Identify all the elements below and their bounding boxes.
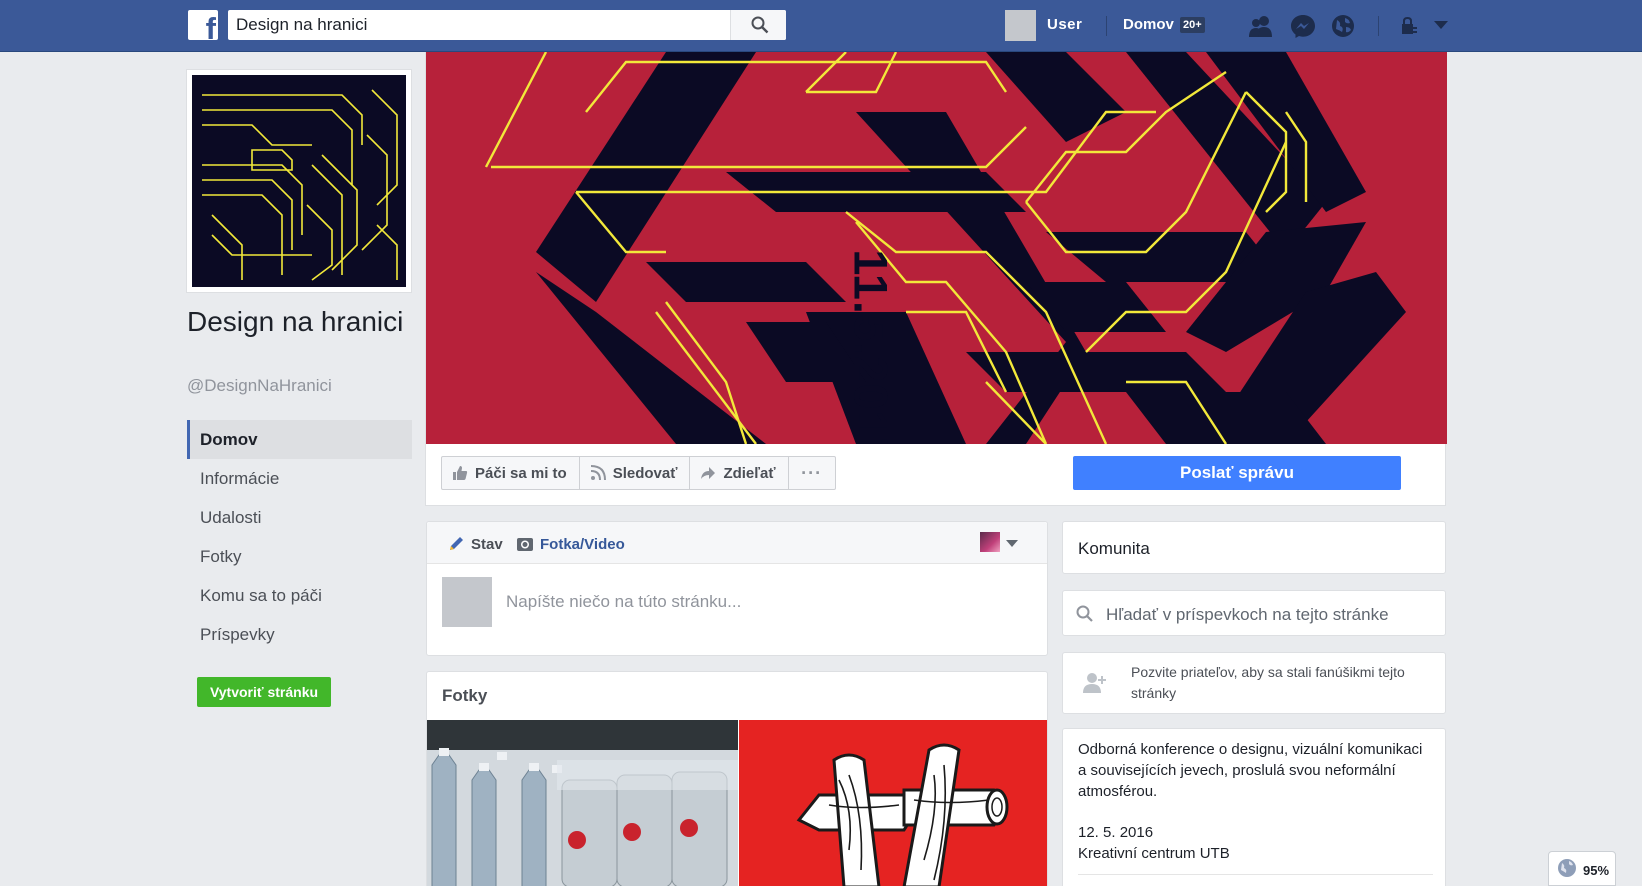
tab-status[interactable]: Stav	[447, 535, 503, 553]
page-action-buttons: Páči sa mi to Sledovať Zdieľať ···	[441, 456, 836, 490]
about-location: Kreativní centrum UTB	[1078, 845, 1230, 862]
thumbs-up-icon	[453, 466, 468, 480]
nav-item-events[interactable]: Udalosti	[187, 498, 412, 537]
add-friend-icon	[1083, 673, 1106, 693]
follow-label: Sledovať	[612, 464, 678, 482]
rss-icon	[590, 465, 606, 481]
nav-item-likes[interactable]: Komu sa to páči	[187, 576, 412, 615]
nav-item-about[interactable]: Informácie	[187, 459, 412, 498]
composer-tabs: Stav Fotka/Video	[427, 522, 1047, 564]
search-icon	[751, 16, 769, 34]
cover-photo[interactable]: 11.5.2017	[426, 52, 1447, 444]
messenger-icon[interactable]	[1290, 13, 1316, 39]
friend-requests-icon[interactable]	[1248, 13, 1274, 39]
composer-input[interactable]: Napíšte niečo na túto stránku...	[506, 592, 741, 612]
community-title: Komunita	[1078, 539, 1150, 558]
cover-date-text: 11.5.2017	[844, 249, 898, 444]
photos-section: Fotky	[426, 671, 1048, 886]
page-title: Design na hranici	[187, 306, 404, 337]
page-handle[interactable]: @DesignNaHranici	[187, 376, 332, 396]
photos-title[interactable]: Fotky	[442, 686, 487, 706]
community-card[interactable]: Komunita	[1062, 521, 1446, 574]
nav-item-photos[interactable]: Fotky	[187, 537, 412, 576]
pencil-icon	[450, 537, 463, 550]
share-arrow-icon	[701, 467, 716, 479]
divider	[1106, 16, 1107, 36]
notification-badge: 20+	[1180, 17, 1205, 33]
tab-photo-video[interactable]: Fotka/Video	[516, 535, 625, 553]
about-date: 12. 5. 2016	[1078, 824, 1154, 841]
share-label: Zdieľať	[723, 464, 776, 482]
facebook-logo-icon[interactable]: f	[188, 10, 218, 40]
divider	[1378, 16, 1379, 36]
search-posts-field[interactable]: Hľadať v príspevkoch na tejto stránke	[1062, 590, 1446, 636]
cover-card: 11.5.2017 Páči sa mi to Sledovať Zdieľať…	[425, 52, 1447, 506]
like-button[interactable]: Páči sa mi to	[442, 457, 580, 489]
photo-thumbnail[interactable]	[427, 720, 738, 886]
share-button[interactable]: Zdieľať	[690, 457, 789, 489]
photo-logs-image	[739, 720, 1047, 886]
about-description: Odborná konference o designu, vizuální k…	[1078, 741, 1423, 800]
cover-artwork	[484, 52, 1406, 444]
more-options-button[interactable]: ···	[789, 457, 835, 489]
profile-logo-image	[192, 75, 406, 287]
follow-button[interactable]: Sledovať	[580, 457, 691, 489]
zoom-level: 95%	[1583, 863, 1610, 878]
top-bar: f User Domov 20+	[0, 0, 1642, 52]
nav-item-home[interactable]: Domov	[187, 420, 412, 459]
status-tab-label: Stav	[471, 535, 503, 553]
photo-drinks-image	[427, 720, 738, 886]
photo-thumbnail[interactable]	[739, 720, 1047, 886]
photo-tab-label: Fotka/Video	[540, 535, 625, 553]
zoom-indicator[interactable]: 95%	[1548, 851, 1616, 886]
camera-icon	[517, 538, 533, 551]
globe-notifications-icon[interactable]	[1330, 13, 1356, 39]
search-box	[228, 10, 786, 40]
search-input[interactable]	[228, 10, 728, 40]
post-composer: Stav Fotka/Video Napíšte niečo na túto s…	[426, 521, 1048, 656]
account-menu-caret-icon[interactable]	[1434, 21, 1448, 29]
like-label: Páči sa mi to	[475, 464, 567, 482]
invite-text: Pozvite priateľov, aby sa stali fanúšikm…	[1131, 664, 1405, 701]
about-card: Odborná konference o designu, vizuální k…	[1062, 728, 1446, 886]
nav-item-posts[interactable]: Príspevky	[187, 615, 412, 654]
privacy-lock-icon[interactable]	[1400, 17, 1418, 35]
search-button[interactable]	[730, 10, 786, 40]
home-link[interactable]: Domov	[1123, 16, 1174, 33]
divider	[1078, 874, 1433, 875]
user-name-link[interactable]: User	[1047, 16, 1082, 33]
create-page-button[interactable]: Vytvoriť stránku	[197, 677, 331, 707]
user-avatar[interactable]	[1005, 10, 1036, 41]
send-message-button[interactable]: Poslať správu	[1073, 456, 1401, 490]
search-icon	[1076, 605, 1093, 622]
post-as-avatar[interactable]	[980, 532, 1000, 552]
globe-icon	[1558, 859, 1576, 877]
search-posts-placeholder: Hľadať v príspevkoch na tejto stránke	[1106, 605, 1389, 624]
composer-avatar	[442, 577, 492, 627]
chevron-down-icon[interactable]	[1006, 540, 1018, 547]
page-navigation: Domov Informácie Udalosti Fotky Komu sa …	[187, 420, 412, 654]
invite-friends-card[interactable]: Pozvite priateľov, aby sa stali fanúšikm…	[1062, 652, 1446, 714]
profile-picture[interactable]	[186, 69, 412, 293]
